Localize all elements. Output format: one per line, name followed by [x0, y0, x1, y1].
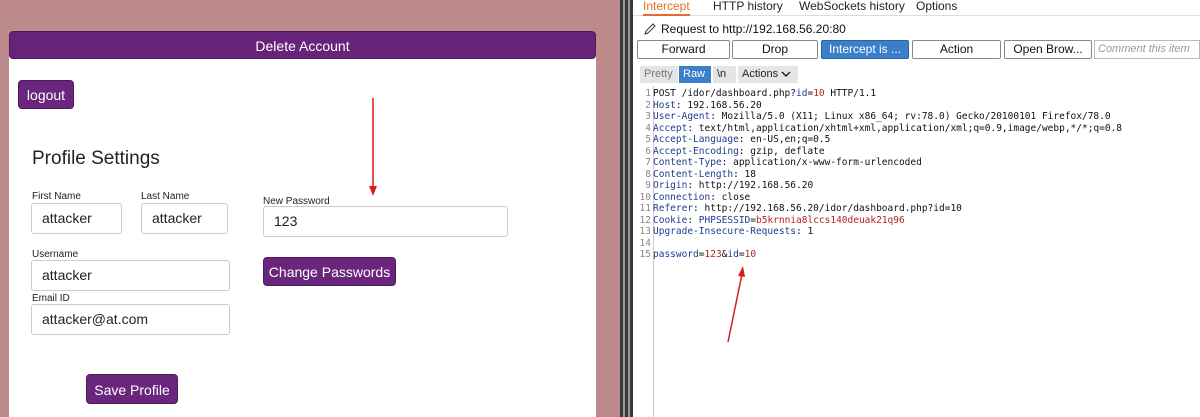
username-label: Username — [32, 249, 79, 260]
line-number: 11 — [639, 203, 651, 214]
line-number: 15 — [639, 249, 651, 260]
tab-options[interactable]: Options — [916, 0, 957, 16]
cookie-line: Cookie: PHPSESSID=b5krnnia8lccs140deuak2… — [653, 214, 905, 226]
chevron-down-icon — [781, 71, 791, 78]
tab-websockets-history[interactable]: WebSockets history — [799, 0, 905, 16]
request-target: Request to http://192.168.56.20:80 — [661, 22, 846, 36]
request-body: password=123&id=10 — [653, 249, 757, 260]
profile-card: Delete Account logout Profile Settings F… — [9, 31, 596, 417]
line-number: 6 — [645, 145, 651, 157]
request-editor[interactable]: 1 2 3 4 5 6 7 8 9 10 11 12 13 14 15 POST… — [638, 86, 1200, 417]
tab-intercept[interactable]: Intercept — [643, 0, 690, 16]
last-name-label: Last Name — [141, 191, 190, 202]
page-title: Profile Settings — [32, 148, 160, 169]
first-name-field[interactable]: attacker — [31, 203, 122, 234]
line-number: 8 — [645, 168, 651, 180]
line-number: 2 — [645, 99, 651, 111]
line-number: 1 — [645, 88, 651, 99]
tab-http-history[interactable]: HTTP history — [713, 0, 783, 16]
tab-newline[interactable]: \n — [713, 66, 736, 83]
header-line: User-Agent: Mozilla/5.0 (X11; Linux x86_… — [653, 111, 1111, 122]
line-number: 9 — [645, 180, 651, 191]
change-password-button[interactable]: Change Passwords — [263, 257, 396, 286]
email-field[interactable]: attacker@at.com — [31, 304, 230, 335]
header-line: Upgrade-Insecure-Requests: 1 — [653, 226, 814, 237]
action-button[interactable]: Action — [912, 40, 1001, 59]
line-number: 5 — [645, 134, 651, 145]
email-label: Email ID — [32, 293, 70, 304]
header-line: Host: 192.168.56.20 — [653, 99, 762, 111]
username-field[interactable]: attacker — [31, 260, 230, 291]
last-name-field[interactable]: attacker — [141, 203, 228, 234]
line-number: 13 — [639, 226, 651, 237]
intercept-toggle-button[interactable]: Intercept is ... — [821, 40, 909, 59]
pencil-icon — [644, 23, 656, 35]
request-line: POST /idor/dashboard.php?id=10 HTTP/1.1 — [653, 88, 877, 99]
tab-raw[interactable]: Raw — [679, 66, 711, 83]
forward-button[interactable]: Forward — [637, 40, 730, 59]
webapp-pane: Delete Account logout Profile Settings F… — [0, 0, 620, 417]
line-number: 7 — [645, 157, 651, 168]
header-line: Referer: http://192.168.56.20/idor/dashb… — [653, 203, 962, 214]
header-line: Accept: text/html,application/xhtml+xml,… — [653, 122, 1123, 134]
header-line: Origin: http://192.168.56.20 — [653, 180, 814, 191]
logout-button[interactable]: logout — [18, 80, 74, 109]
new-password-field[interactable]: 123 — [263, 206, 508, 237]
header-line: Accept-Language: en-US,en;q=0.5 — [653, 134, 831, 145]
save-profile-button[interactable]: Save Profile — [86, 374, 178, 404]
tab-pretty[interactable]: Pretty — [640, 66, 678, 83]
header-line: Connection: close — [653, 191, 751, 203]
pane-divider[interactable] — [620, 0, 633, 417]
burp-pane: Intercept HTTP history WebSockets histor… — [633, 0, 1200, 417]
header-line: Accept-Encoding: gzip, deflate — [653, 145, 825, 157]
line-number: 12 — [639, 214, 651, 226]
line-number: 3 — [645, 111, 651, 122]
line-number: 14 — [639, 237, 651, 249]
line-number: 10 — [639, 191, 651, 203]
comment-input[interactable]: Comment this item — [1094, 40, 1200, 59]
actions-dropdown[interactable]: Actions — [738, 66, 798, 83]
drop-button[interactable]: Drop — [732, 40, 818, 59]
header-line: Content-Length: 18 — [653, 168, 756, 180]
open-browser-button[interactable]: Open Brow... — [1004, 40, 1092, 59]
burp-tabs: Intercept HTTP history WebSockets histor… — [633, 0, 1200, 16]
first-name-label: First Name — [32, 191, 81, 202]
line-number-gutter: 1 2 3 4 5 6 7 8 9 10 11 12 13 14 15 — [638, 86, 654, 417]
line-number: 4 — [645, 122, 651, 134]
actions-label: Actions — [742, 68, 779, 80]
header-line: Content-Type: application/x-www-form-url… — [653, 157, 922, 168]
delete-account-button[interactable]: Delete Account — [9, 31, 596, 59]
